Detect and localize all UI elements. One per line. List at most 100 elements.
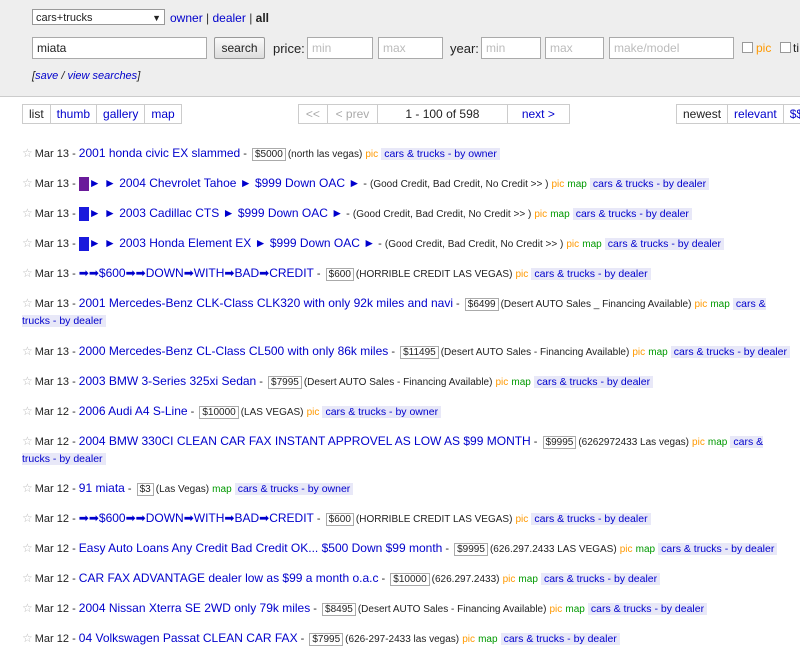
listing-row: ☆ Mar 12 - 2004 BMW 330CI CLEAN CAR FAX I… (22, 434, 764, 465)
prev-page-button[interactable]: < prev (328, 105, 379, 123)
year-max-input[interactable]: max (545, 37, 604, 59)
star-icon[interactable]: ☆ (22, 631, 33, 645)
listing-category-link[interactable]: cars & trucks - by dealer (531, 513, 651, 525)
year-min-input[interactable]: min (481, 37, 541, 59)
listing-category-link[interactable]: cars & trucks - by dealer (572, 208, 692, 220)
star-icon[interactable]: ☆ (22, 344, 33, 358)
listing-category-link[interactable]: cars & trucks - by owner (322, 406, 442, 418)
listing-category-link[interactable]: cars & trucks - by dealer (531, 268, 651, 280)
listing-category-link[interactable]: cars & trucks - by dealer (500, 633, 620, 645)
star-icon[interactable]: ☆ (22, 146, 33, 160)
dealer-link[interactable]: dealer (212, 11, 245, 25)
listing-location: (626.297.2433 LAS VEGAS) (489, 544, 617, 555)
pic-tag: pic (566, 239, 580, 250)
listing-category-link[interactable]: cars & trucks - by dealer (589, 178, 710, 190)
result-range: 1 - 100 of 598 (378, 105, 508, 123)
listing-title[interactable]: ► ► 2004 Chevrolet Tahoe ► $999 Down OAC… (89, 176, 360, 190)
first-page-button[interactable]: << (299, 105, 328, 123)
map-tag: map (635, 544, 656, 555)
view-map[interactable]: map (145, 105, 180, 123)
listing-price: $11495 (400, 346, 439, 359)
star-icon[interactable]: ☆ (22, 296, 33, 310)
listing-category-link[interactable]: cars & trucks - by dealer (533, 376, 654, 388)
all-link[interactable]: all (256, 11, 269, 25)
listing-category-link[interactable]: cars & trucks - by dealer (587, 603, 708, 615)
listing-price: $600 (325, 268, 354, 281)
listing-category-link[interactable]: cars & trucks - by dealer (658, 543, 778, 555)
listing-date: Mar 12 (34, 603, 70, 615)
star-icon[interactable]: ☆ (22, 176, 33, 190)
listing-date: Mar 13 (34, 208, 70, 220)
listing-title[interactable]: CAR FAX ADVANTAGE dealer low as $99 a mo… (79, 571, 379, 585)
star-icon[interactable]: ☆ (22, 434, 33, 448)
map-tag: map (582, 239, 602, 250)
make-model-input[interactable]: make/model (609, 37, 734, 59)
view-thumb[interactable]: thumb (51, 105, 98, 123)
pic-tag: pic (462, 634, 475, 645)
star-icon[interactable]: ☆ (22, 404, 33, 418)
listing-date: Mar 12 (34, 543, 70, 555)
sort-newest[interactable]: newest (677, 105, 729, 123)
sort-bar: newest relevant $$ (676, 104, 800, 124)
owner-link[interactable]: owner (170, 11, 203, 25)
pic-checkbox[interactable] (742, 42, 753, 53)
view-list[interactable]: list (23, 105, 51, 123)
view-searches-link[interactable]: view searches (67, 70, 137, 82)
star-icon[interactable]: ☆ (22, 266, 33, 280)
map-tag: map (648, 347, 668, 358)
star-icon[interactable]: ☆ (22, 374, 33, 388)
sort-price[interactable]: $$ (784, 105, 800, 123)
search-panel: cars+trucks ▼ owner | dealer | all miata… (0, 0, 800, 97)
listing-row: ☆ Mar 12 - 91 miata - $3 (Las Vegas) map c… (22, 480, 800, 498)
pic-tag: pic (306, 407, 320, 418)
pic-tag: pic (365, 149, 379, 160)
listing-category-link[interactable]: cars & trucks - by dealer (540, 573, 661, 585)
listing-category-link[interactable]: cars & trucks - by dealer (670, 346, 790, 358)
listing-title[interactable]: ➡➡$600➡➡DOWN➡WITH➡BAD➡CREDIT (79, 266, 314, 280)
pic-tag: pic (534, 209, 548, 220)
listing-location: (north las vegas) (287, 149, 363, 160)
sort-relevant[interactable]: relevant (728, 105, 784, 123)
listing-title[interactable]: 2003 BMW 3-Series 325xi Sedan (79, 374, 256, 388)
star-icon[interactable]: ☆ (22, 206, 33, 220)
next-page-button[interactable]: next > (508, 105, 569, 123)
star-icon[interactable]: ☆ (22, 601, 33, 615)
view-gallery[interactable]: gallery (97, 105, 146, 123)
listing-title[interactable]: ➡➡$600➡➡DOWN➡WITH➡BAD➡CREDIT (79, 511, 314, 525)
listing-date: Mar 13 (34, 376, 70, 388)
listing-row: ☆ Mar 12 - 2006 Audi A4 S-Line - $10000 (L… (22, 403, 800, 421)
listing-title[interactable]: 2001 honda civic EX slammed (79, 146, 240, 160)
listing-category-link[interactable]: cars & trucks - by dealer (604, 238, 724, 250)
star-icon[interactable]: ☆ (22, 571, 33, 585)
listing-price: $8495 (322, 603, 356, 616)
listing-title[interactable]: 2004 BMW 330CI CLEAN CAR FAX INSTANT APP… (79, 434, 531, 448)
listing-category-link[interactable]: cars & trucks - by owner (234, 483, 354, 495)
search-button[interactable]: search (214, 37, 265, 59)
search-input[interactable]: miata (32, 37, 207, 59)
listing-title[interactable]: 2004 Nissan Xterra SE 2WD only 79k miles (79, 601, 310, 615)
price-min-input[interactable]: min (307, 37, 373, 59)
map-tag: map (518, 574, 538, 585)
listing-title[interactable]: 2006 Audi A4 S-Line (79, 404, 188, 418)
listing-title[interactable]: ► ► 2003 Cadillac CTS ► $999 Down OAC ► (89, 206, 343, 220)
title-checkbox[interactable] (780, 42, 791, 53)
star-icon[interactable]: ☆ (22, 511, 33, 525)
star-icon[interactable]: ☆ (22, 541, 33, 555)
listing-location: (LAS VEGAS) (240, 407, 304, 418)
price-max-input[interactable]: max (378, 37, 443, 59)
listing-title[interactable]: ► ► 2003 Honda Element EX ► $999 Down OA… (89, 236, 375, 250)
star-icon[interactable]: ☆ (22, 236, 33, 250)
listing-title[interactable]: 2001 Mercedes-Benz CLK-Class CLK320 with… (79, 296, 453, 310)
listing-location: (HORRIBLE CREDIT LAS VEGAS) (355, 514, 513, 525)
save-search-link[interactable]: save (35, 70, 58, 82)
category-select[interactable]: cars+trucks ▼ (32, 9, 165, 25)
pic-tag: pic (502, 574, 516, 585)
pic-tag: pic (632, 347, 646, 358)
listing-title[interactable]: Easy Auto Loans Any Credit Bad Credit OK… (79, 541, 443, 555)
star-icon[interactable]: ☆ (22, 481, 33, 495)
listing-category-link[interactable]: cars & trucks - by owner (381, 148, 500, 160)
listing-title[interactable]: 04 Volkswagen Passat CLEAN CAR FAX (79, 631, 298, 645)
listing-location: (Desert AUTO Sales - Financing Available… (303, 377, 493, 388)
listing-title[interactable]: 91 miata (79, 481, 125, 495)
listing-title[interactable]: 2000 Mercedes-Benz CL-Class CL500 with o… (79, 344, 388, 358)
